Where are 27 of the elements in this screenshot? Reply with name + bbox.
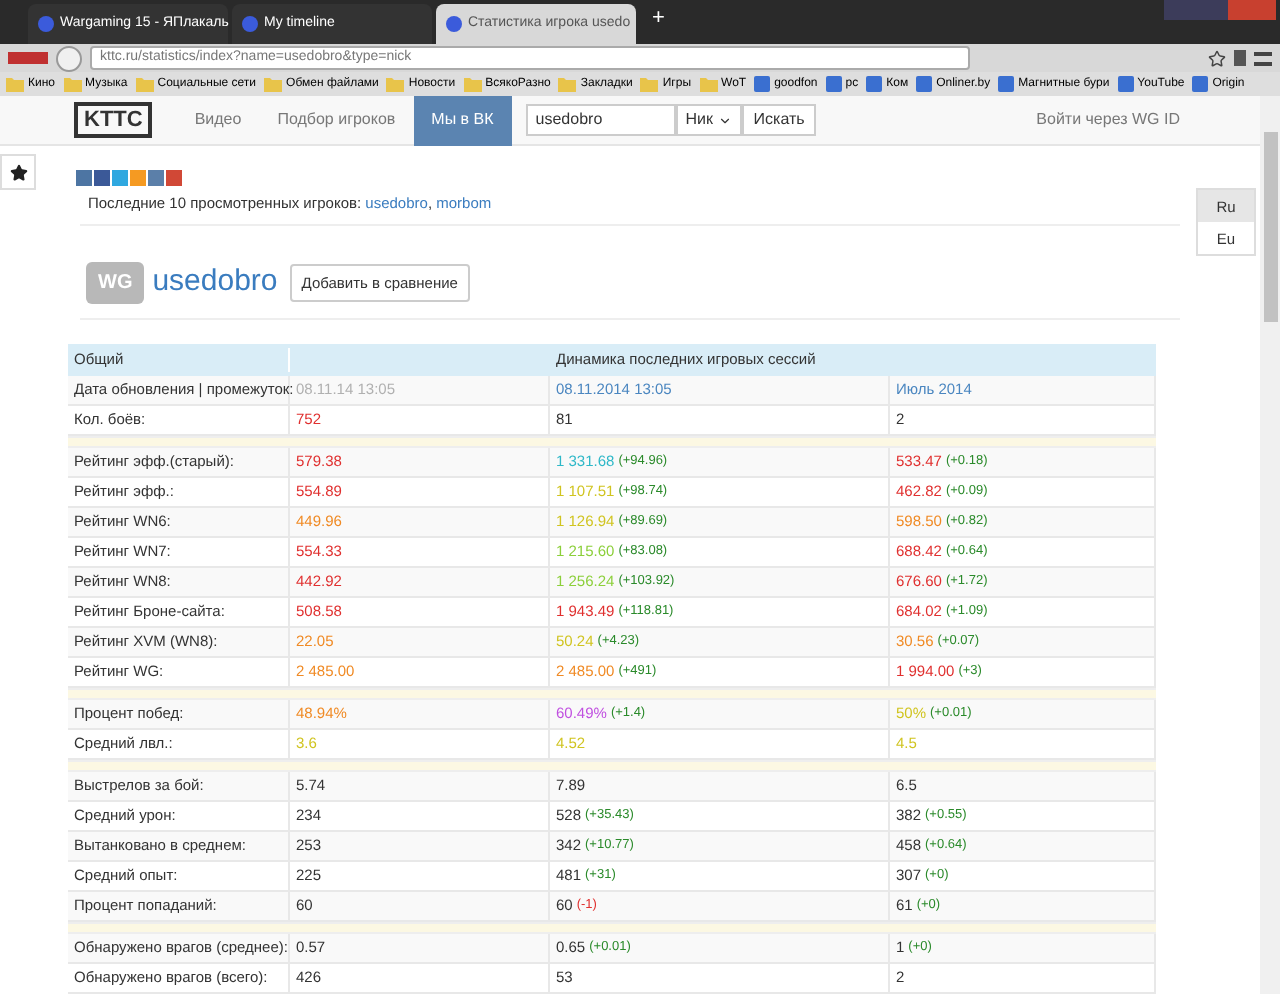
- favorite-button[interactable]: [0, 154, 36, 191]
- site-icon: [1192, 76, 1209, 93]
- login-link[interactable]: Войти через WG ID: [1036, 108, 1180, 133]
- nav-link[interactable]: Подбор игроков: [259, 95, 414, 146]
- site-icon: [1117, 76, 1134, 93]
- page-icon: [446, 15, 462, 32]
- menu-icon[interactable]: [1254, 51, 1272, 66]
- page-icon: [38, 15, 54, 32]
- player-name: usedobro: [152, 262, 278, 303]
- site-icon: [998, 76, 1015, 93]
- caret-icon: [717, 113, 732, 128]
- site-logo[interactable]: KTTC: [74, 102, 153, 139]
- search-field[interactable]: usedobro: [525, 104, 676, 137]
- page-icon: [242, 15, 258, 32]
- site-icon: [916, 76, 933, 93]
- search-button[interactable]: Искать: [741, 104, 817, 137]
- bookmark-star-icon[interactable]: [1208, 49, 1226, 68]
- search-type-select[interactable]: Ник: [675, 104, 742, 137]
- site-icon: [866, 76, 883, 93]
- scroll-thumb[interactable]: [1263, 132, 1277, 323]
- site-icon: [754, 76, 771, 93]
- wg-badge: WG: [86, 262, 145, 305]
- nav-link[interactable]: Видео: [176, 95, 260, 146]
- star-icon: [9, 163, 27, 182]
- new-tab-button[interactable]: +: [652, 2, 665, 36]
- nav-link[interactable]: Мы в ВК: [413, 95, 512, 146]
- site-icon: [825, 76, 842, 93]
